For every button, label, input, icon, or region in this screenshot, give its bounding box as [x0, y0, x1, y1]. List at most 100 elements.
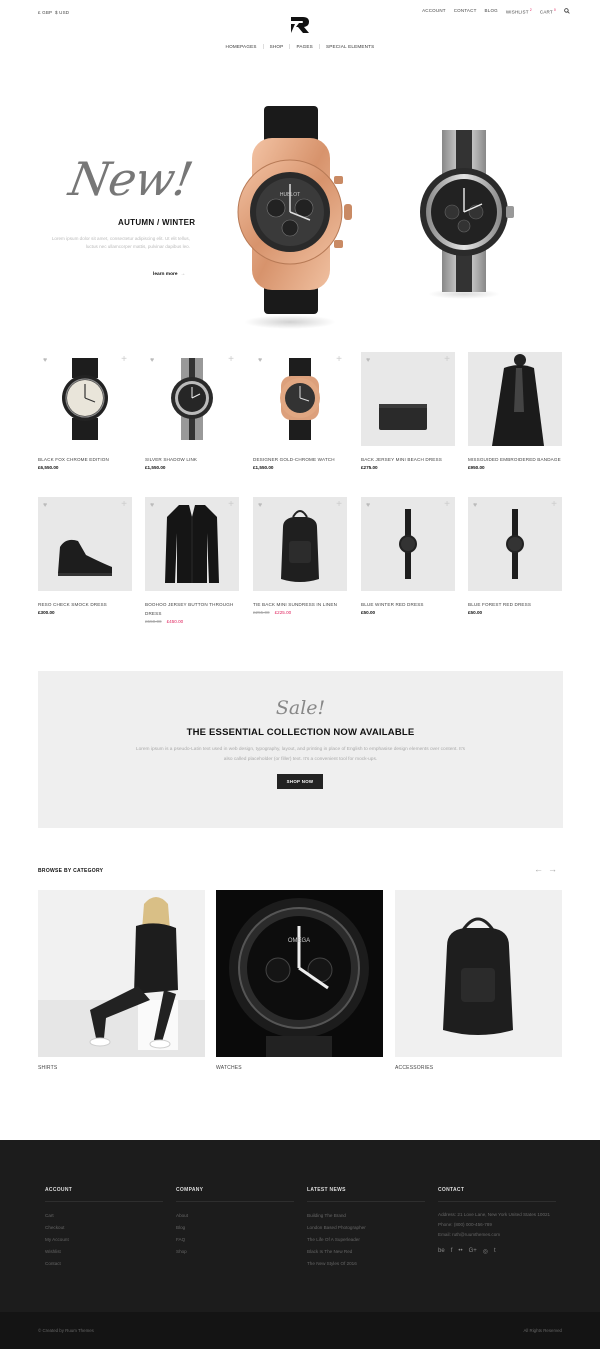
footer-link[interactable]: About [176, 1210, 294, 1222]
arrow-right-icon[interactable]: → [548, 864, 562, 874]
plus-icon[interactable]: + [551, 499, 557, 510]
plus-icon[interactable]: + [228, 354, 234, 365]
contact-link[interactable]: CONTACT [454, 8, 477, 15]
learn-more-link[interactable]: learn more → [153, 272, 185, 277]
category-card-shirts[interactable]: SHIRTS [38, 890, 205, 1071]
search-icon[interactable] [564, 8, 570, 15]
product-card[interactable]: ♥ + DESIGNER GOLD-CHROME WATCH £1,550.00 [253, 352, 347, 470]
product-card[interactable]: ♥ + BLUE FOREST RED DRESS £50.00 [468, 497, 562, 615]
product-name[interactable]: BLACK FOX CHROME EDITION [38, 455, 132, 464]
footer-link[interactable]: London Based Photographer [307, 1222, 425, 1234]
category-label[interactable]: SHIRTS [38, 1065, 205, 1071]
product-image[interactable]: ♥ + [38, 352, 132, 446]
currency-usd[interactable]: $ USD [55, 10, 69, 15]
product-card[interactable]: ♥ + TIE BACK MINI SUNDRESS IN LINEN £255.… [253, 497, 347, 615]
plus-icon[interactable]: + [228, 499, 234, 510]
product-card[interactable]: ♥ + BACK JERSEY MINI BEACH DRESS £275.00 [361, 352, 455, 470]
product-name[interactable]: BACK JERSEY MINI BEACH DRESS [361, 455, 455, 464]
footer-link[interactable]: Building The Brand [307, 1210, 425, 1222]
product-card[interactable]: MISSGUIDED EMBROIDERED BANDAGE £950.00 [468, 352, 562, 470]
product-name[interactable]: BLUE FOREST RED DRESS [468, 600, 562, 609]
footer-link[interactable]: Cart [45, 1210, 163, 1222]
product-card[interactable]: ♥ + BOOHOO JERSEY BUTTON THROUGH DRESS £5… [145, 497, 239, 624]
product-name[interactable]: MISSGUIDED EMBROIDERED BANDAGE [468, 455, 562, 464]
category-label[interactable]: WATCHES [216, 1065, 383, 1071]
watch-image [280, 358, 320, 440]
flickr-icon[interactable]: •• [458, 1248, 462, 1255]
plus-icon[interactable]: + [336, 354, 342, 365]
category-card-accessories[interactable]: ACCESSORIES [395, 890, 562, 1071]
heart-icon[interactable]: ♥ [43, 502, 47, 509]
heart-icon[interactable]: ♥ [258, 502, 262, 509]
facebook-icon[interactable]: f [451, 1248, 453, 1255]
nav-shop[interactable]: SHOP [264, 44, 291, 49]
cart-link[interactable]: CART0 [540, 8, 556, 15]
product-name[interactable]: RESO CHECK SMOCK DRESS [38, 600, 132, 609]
footer-link[interactable]: Black Is The New Red [307, 1246, 425, 1258]
logo-icon[interactable] [290, 16, 310, 34]
wallet-image [379, 404, 427, 430]
nav-homepages[interactable]: HOMEPAGES [220, 44, 264, 49]
product-name[interactable]: BOOHOO JERSEY BUTTON THROUGH DRESS [145, 600, 239, 618]
footer-link[interactable]: Wishlist [45, 1246, 163, 1258]
plus-icon[interactable]: + [444, 354, 450, 365]
shop-now-button[interactable]: SHOP NOW [277, 774, 323, 789]
instagram-icon[interactable]: ◎ [483, 1248, 488, 1255]
heart-icon[interactable]: ♥ [258, 357, 262, 364]
product-card[interactable]: ♥ + BLUE WINTER RED DRESS £50.00 [361, 497, 455, 615]
blog-link[interactable]: BLOG [485, 8, 498, 15]
arrow-left-icon[interactable]: ← [534, 864, 548, 874]
footer-link[interactable]: Contact [45, 1258, 163, 1270]
category-image[interactable]: OMEGA [216, 890, 383, 1057]
product-image[interactable] [468, 352, 562, 446]
footer-link[interactable]: Blog [176, 1222, 294, 1234]
product-image[interactable]: ♥ + [361, 497, 455, 591]
hero-silver-watch-image[interactable] [406, 128, 522, 300]
category-image[interactable] [395, 890, 562, 1057]
product-image[interactable]: ♥ + [145, 352, 239, 446]
heart-icon[interactable]: ♥ [43, 357, 47, 364]
contact-email[interactable]: Email: ruth@ruumthemes.com [438, 1230, 556, 1240]
wishlist-link[interactable]: WISHLIST2 [506, 8, 532, 15]
footer-link[interactable]: Shop [176, 1246, 294, 1258]
category-card-watches[interactable]: OMEGA WATCHES [216, 890, 383, 1071]
heart-icon[interactable]: ♥ [473, 502, 477, 509]
product-card[interactable]: ♥ + SILVER SHADOW LINK £1,550.00 [145, 352, 239, 470]
footer-link[interactable]: Checkout [45, 1222, 163, 1234]
product-name[interactable]: SILVER SHADOW LINK [145, 455, 239, 464]
product-image[interactable]: ♥ + [468, 497, 562, 591]
google-plus-icon[interactable]: G+ [469, 1248, 477, 1255]
product-name[interactable]: BLUE WINTER RED DRESS [361, 600, 455, 609]
heart-icon[interactable]: ♥ [150, 357, 154, 364]
plus-icon[interactable]: + [121, 354, 127, 365]
nav-pages[interactable]: PAGES [290, 44, 320, 49]
plus-icon[interactable]: + [336, 499, 342, 510]
hero-gold-watch-image[interactable]: HUBLOT [222, 104, 358, 336]
product-image[interactable]: ♥ + [253, 352, 347, 446]
category-image[interactable] [38, 890, 205, 1057]
footer-link[interactable]: My Account [45, 1234, 163, 1246]
product-image[interactable]: ♥ + [253, 497, 347, 591]
footer-link[interactable]: The New Styles Of 2016 [307, 1258, 425, 1270]
behance-icon[interactable]: be [438, 1248, 445, 1255]
plus-icon[interactable]: + [121, 499, 127, 510]
product-image[interactable]: ♥ + [361, 352, 455, 446]
product-card[interactable]: ♥ + BLACK FOX CHROME EDITION £6,550.00 [38, 352, 132, 470]
footer-link[interactable]: The Life Of A Superleader [307, 1234, 425, 1246]
footer-link[interactable]: FAQ [176, 1234, 294, 1246]
category-label[interactable]: ACCESSORIES [395, 1065, 562, 1071]
heart-icon[interactable]: ♥ [150, 502, 154, 509]
product-image[interactable]: ♥ + [38, 497, 132, 591]
nav-special-elements[interactable]: SPECIAL ELEMENTS [320, 44, 380, 49]
product-card[interactable]: ♥ + RESO CHECK SMOCK DRESS £300.00 [38, 497, 132, 615]
currency-gbp[interactable]: £ GBP [38, 10, 52, 15]
product-name[interactable]: DESIGNER GOLD-CHROME WATCH [253, 455, 347, 464]
heart-icon[interactable]: ♥ [366, 357, 370, 364]
product-price: £1,550.00 [253, 465, 274, 470]
twitter-icon[interactable]: t [494, 1248, 496, 1255]
product-name[interactable]: TIE BACK MINI SUNDRESS IN LINEN [253, 600, 347, 609]
plus-icon[interactable]: + [444, 499, 450, 510]
account-link[interactable]: ACCOUNT [422, 8, 446, 15]
product-image[interactable]: ♥ + [145, 497, 239, 591]
heart-icon[interactable]: ♥ [366, 502, 370, 509]
